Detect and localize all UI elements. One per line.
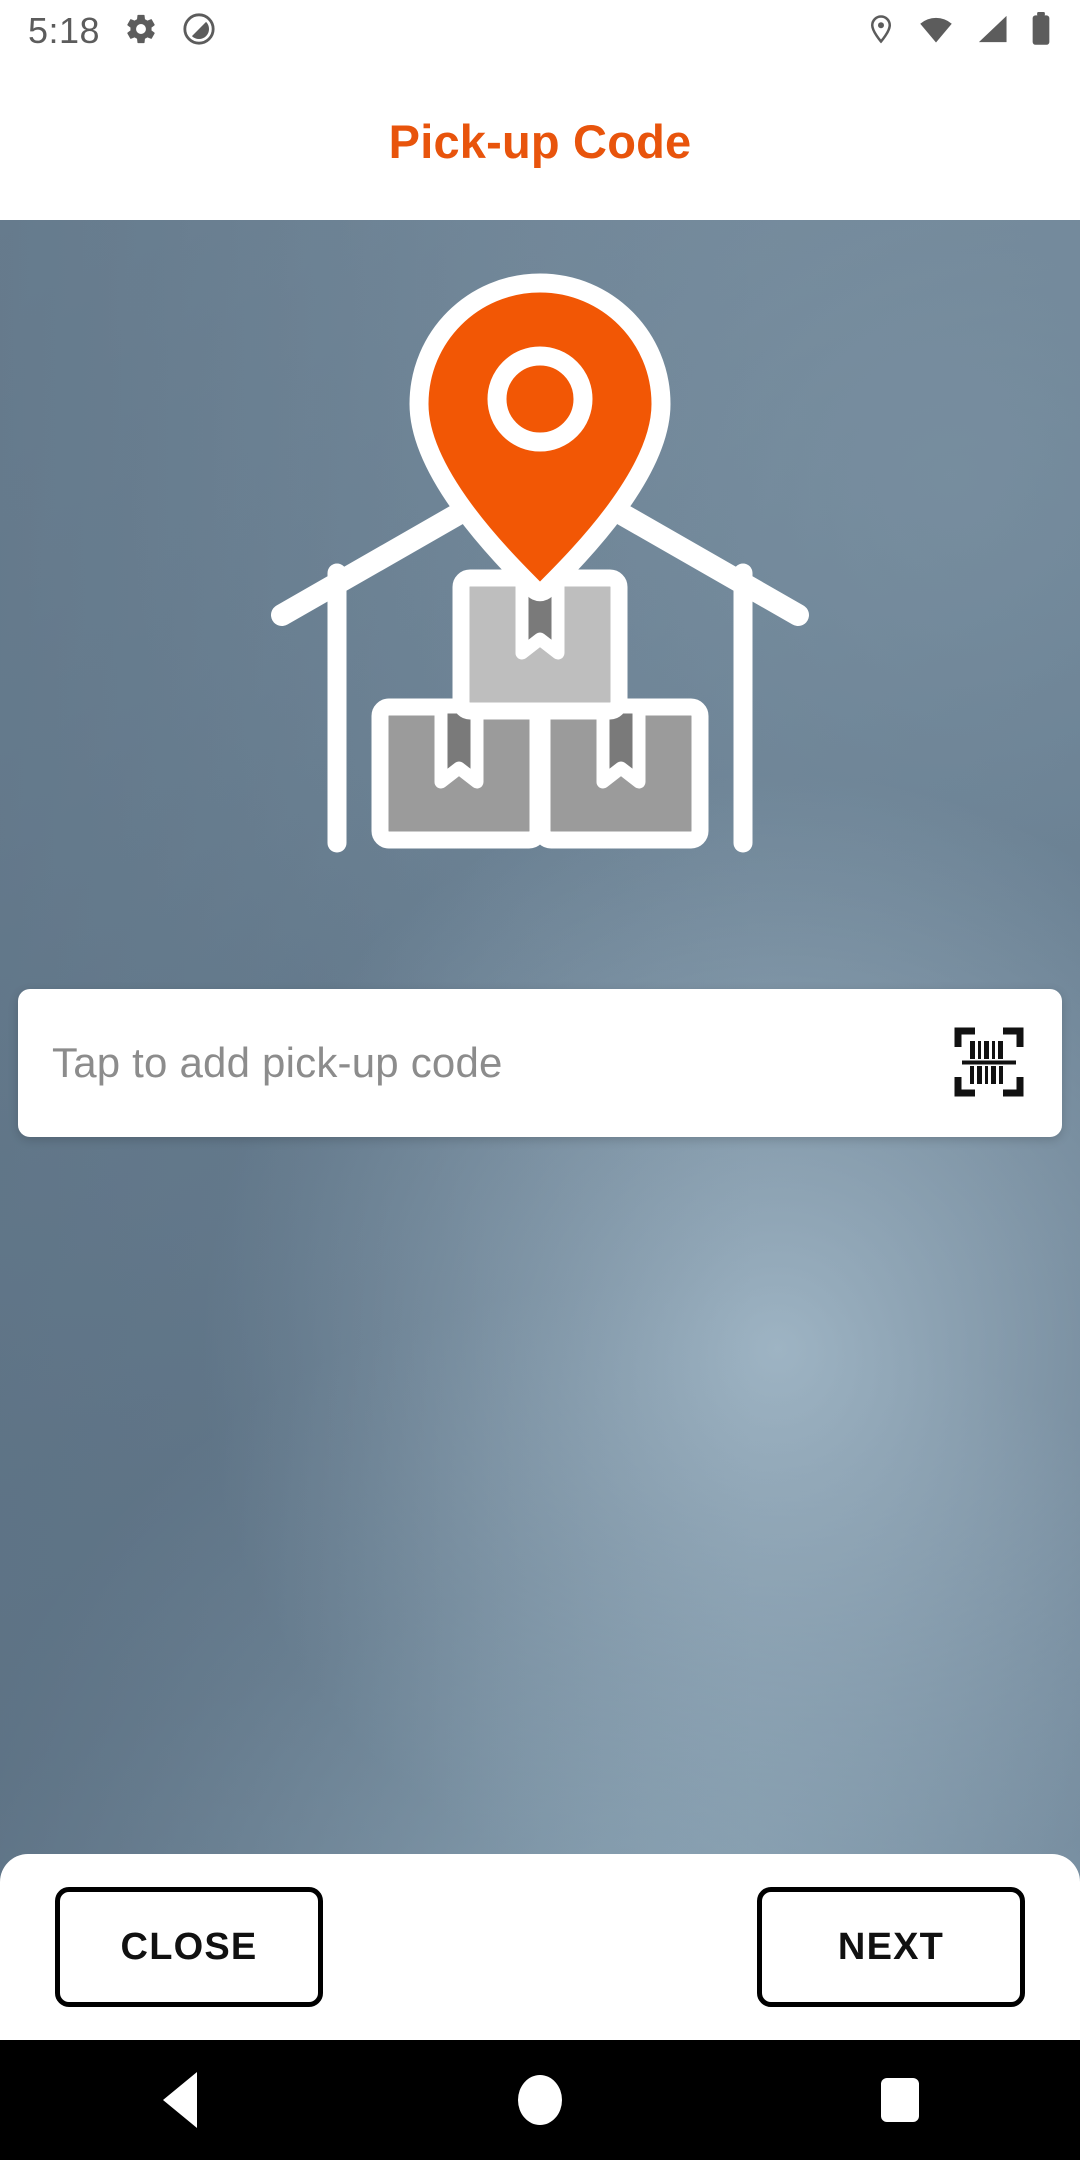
warehouse-pickup-location-illustration	[230, 255, 850, 865]
status-bar-right	[866, 11, 1052, 51]
next-button[interactable]: NEXT	[757, 1887, 1025, 2007]
nav-recents-button[interactable]	[825, 2040, 975, 2160]
barcode-scan-button[interactable]	[950, 1024, 1028, 1102]
nav-home-button[interactable]	[465, 2040, 615, 2160]
barcode-scanner-icon	[954, 1027, 1024, 1100]
android-navigation-bar	[0, 2040, 1080, 2160]
pickup-code-input-card[interactable]: Tap to add pick-up code	[18, 989, 1062, 1137]
app-header: Pick-up Code	[0, 62, 1080, 220]
status-bar-left: 5:18	[28, 10, 216, 52]
do-not-disturb-icon	[182, 12, 216, 51]
close-button[interactable]: CLOSE	[55, 1887, 323, 2007]
pickup-code-input[interactable]: Tap to add pick-up code	[52, 1039, 950, 1087]
home-icon	[518, 2075, 562, 2125]
location-icon	[866, 12, 896, 51]
nav-back-button[interactable]	[105, 2040, 255, 2160]
status-bar: 5:18	[0, 0, 1080, 62]
cellular-signal-icon	[976, 14, 1008, 49]
status-bar-clock: 5:18	[28, 10, 101, 51]
wifi-icon	[918, 14, 954, 49]
back-icon	[163, 2072, 197, 2128]
page-title: Pick-up Code	[388, 114, 692, 168]
recents-icon	[881, 2078, 919, 2122]
app-screen: 5:18 Pick-up Code Tap to add pick-up cod…	[0, 0, 1080, 2160]
battery-icon	[1030, 11, 1052, 51]
bottom-action-bar: CLOSE NEXT	[0, 1854, 1080, 2040]
gear-icon	[124, 12, 158, 51]
